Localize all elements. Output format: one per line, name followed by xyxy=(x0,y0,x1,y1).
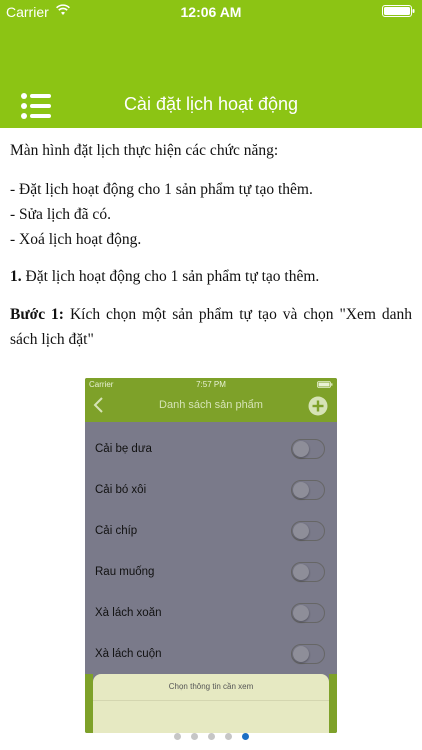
action-sheet-title: Chọn thông tin cần xem xyxy=(168,682,254,691)
list-item[interactable]: Xà lách xoăn xyxy=(85,594,337,635)
screenshot-header: Carrier 7:57 PM Danh sách sản phẩm xyxy=(85,378,337,422)
function-item: - Đặt lịch hoạt động cho 1 sản phẩm tự t… xyxy=(10,181,313,198)
list-item[interactable]: Rau muống xyxy=(85,553,337,594)
list-item[interactable]: Cải bó xôi xyxy=(85,471,337,512)
battery-icon xyxy=(317,381,333,388)
toggle-knob xyxy=(293,441,309,457)
step-text: Kích chọn một sản phẩm tự tạo và chọn "X… xyxy=(10,306,412,348)
toggle-knob xyxy=(293,646,309,662)
sheet-backdrop-left xyxy=(85,674,93,733)
status-bar: Carrier 12:06 AM xyxy=(0,0,422,22)
function-item: - Xoá lịch hoạt động. xyxy=(10,231,142,248)
list-item[interactable]: Cải chíp xyxy=(85,512,337,553)
page-dot[interactable] xyxy=(207,733,215,740)
sheet-backdrop-right xyxy=(329,674,337,733)
page-indicator xyxy=(0,727,422,740)
screenshot-status-bar: Carrier 7:57 PM xyxy=(85,378,337,392)
toggle-switch[interactable] xyxy=(291,521,325,541)
page-title: Cài đặt lịch hoạt động xyxy=(123,94,299,114)
function-item: - Sửa lịch đã có. xyxy=(10,206,111,223)
toggle-knob xyxy=(293,564,309,580)
add-circle-icon[interactable] xyxy=(308,396,328,416)
toggle-knob xyxy=(293,605,309,621)
toggle-switch[interactable] xyxy=(291,603,325,623)
toggle-switch[interactable] xyxy=(291,644,325,664)
page-dot[interactable] xyxy=(224,733,232,740)
page-dot[interactable] xyxy=(190,733,198,740)
intro-text: Màn hình đặt lịch thực hiện các chức năn… xyxy=(10,142,279,159)
page-dot[interactable] xyxy=(173,733,181,740)
embedded-screenshot: Carrier 7:57 PM Danh sách sản phẩm Cải b… xyxy=(85,378,337,733)
divider xyxy=(93,700,329,701)
help-content: Màn hình đặt lịch thực hiện các chức năn… xyxy=(0,128,422,352)
app-header: Carrier 12:06 AM Cài đặt lịch hoạt động xyxy=(0,0,422,128)
list-item[interactable]: Xà lách cuộn xyxy=(85,635,337,676)
action-sheet: Chọn thông tin cần xem xyxy=(93,674,329,733)
toggle-switch[interactable] xyxy=(291,439,325,459)
toggle-switch[interactable] xyxy=(291,562,325,582)
screenshot-title: Danh sách sản phẩm xyxy=(159,399,263,411)
product-name: Xà lách xoăn xyxy=(95,607,162,619)
status-time: 12:06 AM xyxy=(180,4,242,20)
list-item[interactable]: Cải bẹ dưa xyxy=(85,430,337,471)
toggle-knob xyxy=(293,523,309,539)
screenshot-time: 7:57 PM xyxy=(196,380,226,389)
product-name: Rau muống xyxy=(95,566,155,578)
section-heading: 1. Đặt lịch hoạt động cho 1 sản phẩm tự … xyxy=(10,266,412,288)
step-label: Bước 1: xyxy=(10,306,64,323)
battery-icon xyxy=(382,5,415,17)
step-instruction: Bước 1: Kích chọn một sản phẩm tự tạo và… xyxy=(10,302,412,352)
nav-bar: Cài đặt lịch hoạt động xyxy=(0,88,422,124)
section-text: Đặt lịch hoạt động cho 1 sản phẩm tự tạo… xyxy=(21,268,320,285)
section-number: 1. xyxy=(10,268,22,285)
toggle-switch[interactable] xyxy=(291,480,325,500)
product-list: Cải bẹ dưa Cải bó xôi Cải chíp Rau muống… xyxy=(85,430,337,676)
product-name: Xà lách cuộn xyxy=(95,648,162,660)
page-dot-active[interactable] xyxy=(241,733,249,740)
product-name: Cải chíp xyxy=(95,525,138,537)
toggle-knob xyxy=(293,482,309,498)
product-name: Cải bẹ dưa xyxy=(95,443,152,455)
product-name: Cải bó xôi xyxy=(95,484,147,496)
